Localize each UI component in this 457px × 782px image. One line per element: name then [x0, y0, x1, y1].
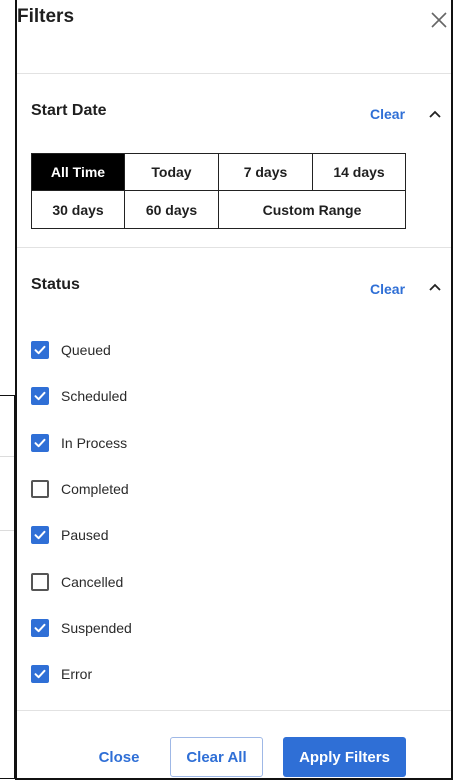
check-icon: [34, 391, 46, 401]
apply-filters-button[interactable]: Apply Filters: [283, 737, 406, 777]
checkbox-checked[interactable]: [31, 619, 49, 637]
status-option[interactable]: Completed: [31, 477, 129, 501]
check-icon: [34, 530, 46, 540]
status-option-label: Paused: [61, 527, 109, 543]
status-option-label: Scheduled: [61, 388, 128, 404]
status-option[interactable]: Error: [31, 662, 92, 686]
status-option-label: Queued: [61, 342, 111, 358]
date-option-today[interactable]: Today: [125, 154, 219, 191]
status-option[interactable]: Queued: [31, 338, 111, 362]
checkbox-checked[interactable]: [31, 341, 49, 359]
date-option-60-days[interactable]: 60 days: [125, 191, 219, 228]
status-option[interactable]: Suspended: [31, 616, 132, 640]
check-icon: [34, 438, 46, 448]
start-date-clear-link[interactable]: Clear: [370, 106, 405, 122]
check-icon: [34, 623, 46, 633]
status-option-label: Suspended: [61, 620, 132, 636]
status-option-label: Error: [61, 666, 93, 682]
background-page-edge: [0, 395, 16, 779]
checkbox-checked[interactable]: [31, 434, 49, 452]
status-option[interactable]: Cancelled: [31, 570, 123, 594]
status-option-label: Completed: [61, 481, 129, 497]
status-option[interactable]: Paused: [31, 523, 108, 547]
status-title: Status: [31, 276, 80, 293]
checkbox-checked[interactable]: [31, 665, 49, 683]
status-option-label: In Process: [61, 435, 128, 451]
check-icon: [34, 345, 46, 355]
status-option[interactable]: In Process: [31, 431, 127, 455]
panel-title: Filters: [17, 6, 75, 27]
check-icon: [34, 669, 46, 679]
close-icon[interactable]: [429, 10, 449, 30]
date-option-7-days[interactable]: 7 days: [219, 154, 313, 191]
status-option-label: Cancelled: [61, 574, 124, 590]
checkbox-checked[interactable]: [31, 387, 49, 405]
background-divider: [0, 456, 14, 457]
section-divider: [17, 247, 451, 248]
start-date-title: Start Date: [31, 102, 107, 119]
footer-divider: [17, 710, 451, 711]
date-option-14-days[interactable]: 14 days: [313, 154, 405, 191]
date-option-30-days[interactable]: 30 days: [32, 191, 125, 228]
checkbox-checked[interactable]: [31, 526, 49, 544]
chevron-up-icon[interactable]: [428, 106, 442, 118]
checkbox-unchecked[interactable]: [31, 480, 49, 498]
chevron-up-icon[interactable]: [428, 279, 442, 291]
start-date-options: All Time Today 7 days 14 days 30 days 60…: [31, 153, 406, 229]
background-divider: [0, 530, 14, 531]
status-option[interactable]: Scheduled: [31, 384, 127, 408]
status-clear-link[interactable]: Clear: [370, 281, 405, 297]
header-divider: [17, 73, 451, 74]
date-option-all-time[interactable]: All Time: [32, 154, 125, 191]
date-option-custom-range[interactable]: Custom Range: [219, 191, 405, 228]
filters-panel: Filters Start Date Clear All Time Today …: [15, 0, 453, 780]
close-button[interactable]: Close: [81, 737, 157, 777]
clear-all-button[interactable]: Clear All: [170, 737, 263, 777]
checkbox-unchecked[interactable]: [31, 573, 49, 591]
